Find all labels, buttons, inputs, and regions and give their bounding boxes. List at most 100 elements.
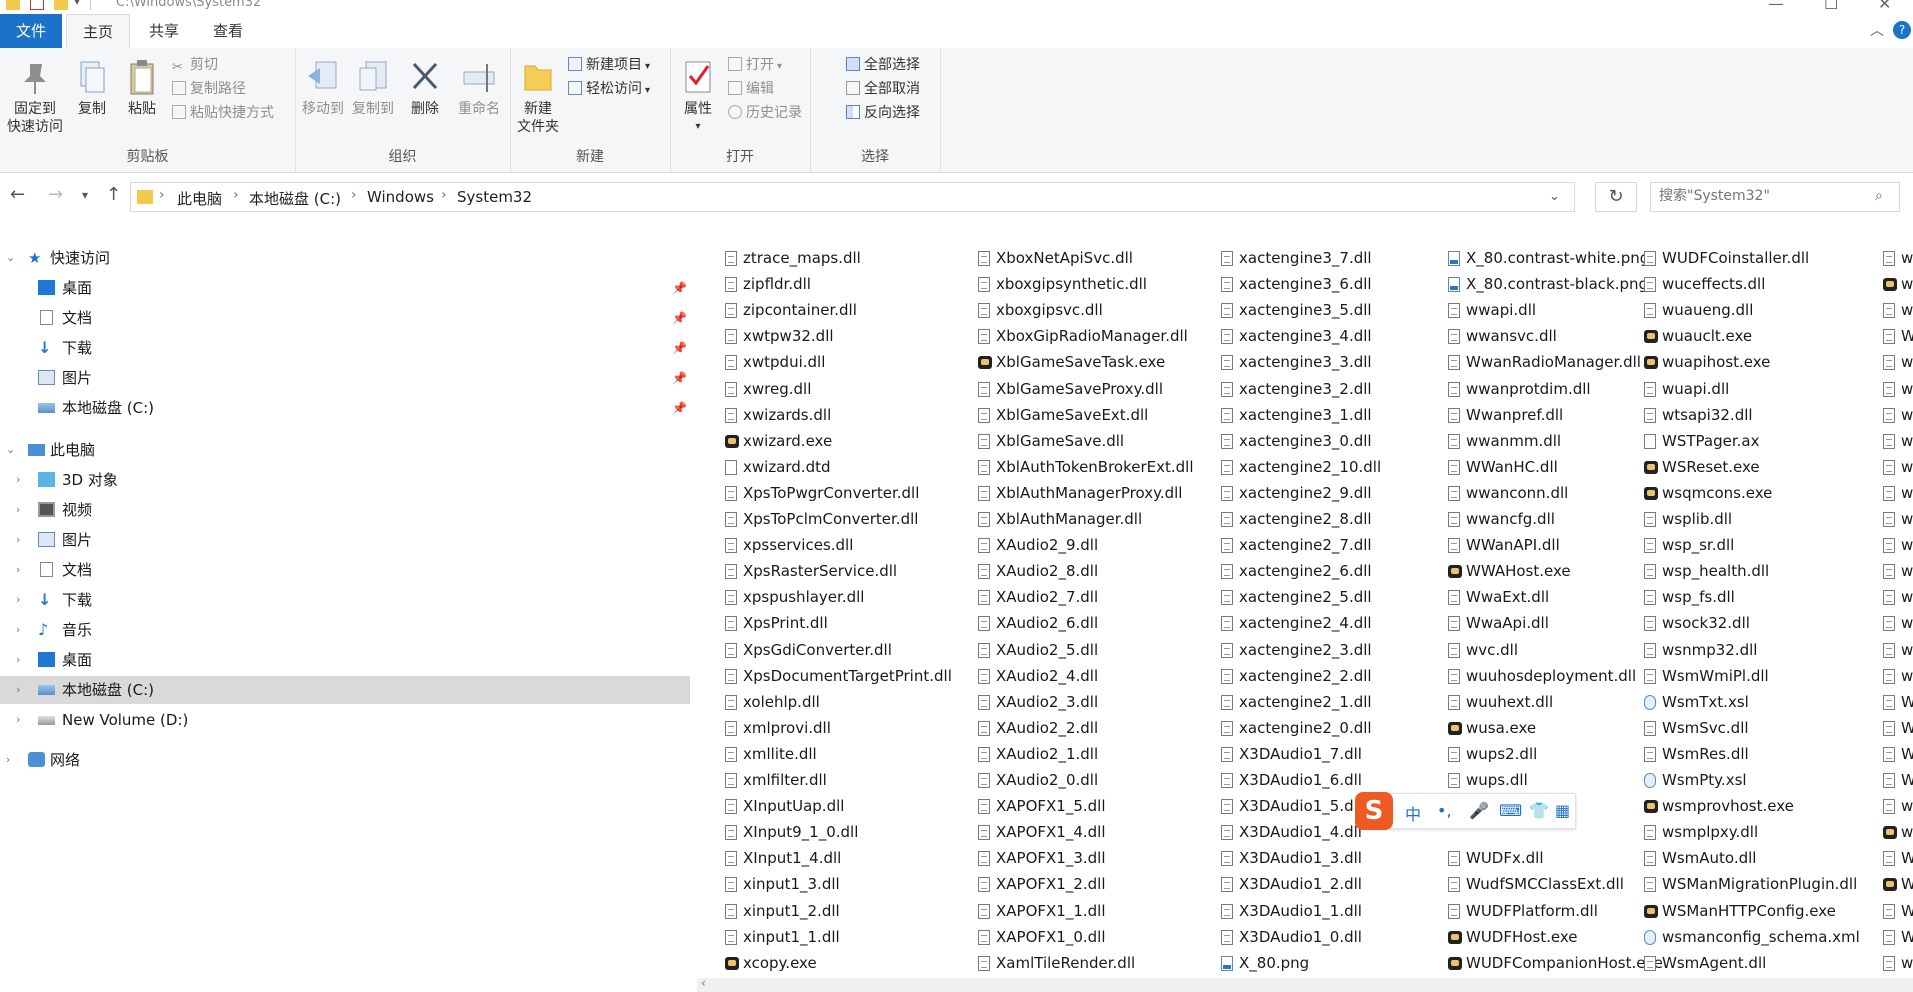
chevron-down-icon[interactable]: ⌄ — [6, 436, 15, 464]
nav-network[interactable]: › 网络 — [0, 746, 690, 774]
file-name: wuapi.dll — [1662, 379, 1730, 398]
breadcrumb-this-pc[interactable]: 此电脑 — [177, 188, 222, 209]
paste-shortcut-button[interactable]: 粘贴快捷方式 — [172, 102, 274, 124]
edit-button[interactable]: 编辑 — [728, 78, 774, 100]
tab-share[interactable]: 共享 — [134, 14, 194, 48]
pin-icon[interactable]: 📌 — [672, 274, 687, 302]
up-icon[interactable]: ↑ — [106, 184, 121, 205]
horizontal-scrollbar[interactable]: ‹ — [697, 976, 1913, 992]
chevron-right-icon[interactable]: › — [16, 646, 20, 674]
nav-pc-3d-objects[interactable]: › 3D 对象 — [0, 466, 690, 494]
collapse-ribbon-icon[interactable]: ︿ — [1870, 20, 1884, 40]
skin-icon[interactable]: 👕 — [1529, 801, 1549, 820]
copy-path-button[interactable]: 复制路径 — [172, 78, 246, 100]
microphone-icon[interactable]: 🎤 — [1469, 801, 1489, 820]
copy-icon — [75, 58, 109, 96]
search-input[interactable] — [1657, 187, 1871, 205]
nav-quick-local-disk[interactable]: 本地磁盘 (C:) 📌 — [0, 394, 690, 422]
pin-to-quick-access-button[interactable]: 固定到 快速访问 — [4, 58, 66, 136]
chinese-mode-icon[interactable]: 中 — [1405, 801, 1421, 825]
nav-quick-access[interactable]: ⌄ ★ 快速访问 — [0, 244, 690, 272]
address-history-icon[interactable]: ⌄ — [1549, 189, 1560, 204]
dll-file-icon — [1644, 616, 1656, 632]
nav-pc-local-disk[interactable]: › 本地磁盘 (C:) — [0, 676, 690, 704]
keyboard-icon[interactable]: ⌨ — [1499, 801, 1522, 820]
pin-icon[interactable]: 📌 — [672, 304, 687, 332]
tab-view[interactable]: 查看 — [198, 14, 258, 48]
scroll-left-icon[interactable]: ‹ — [701, 976, 706, 990]
properties-icon[interactable] — [30, 0, 44, 10]
chevron-right-icon[interactable]: › — [16, 556, 20, 584]
pin-icon[interactable]: 📌 — [672, 364, 687, 392]
delete-button[interactable]: 删除 — [403, 58, 447, 118]
customize-toolbar-icon[interactable]: ▾ — [74, 0, 80, 8]
select-all-button[interactable]: 全部选择 — [846, 54, 920, 76]
chevron-right-icon[interactable]: › — [6, 746, 10, 774]
new-folder-button[interactable]: 新建 文件夹 — [514, 58, 562, 136]
maximize-icon[interactable]: ☐ — [1824, 0, 1838, 13]
nav-this-pc[interactable]: ⌄ 此电脑 — [0, 436, 690, 464]
close-icon[interactable]: ✕ — [1878, 0, 1891, 13]
ime-toolbar[interactable]: S 中 •, 🎤 ⌨ 👕 ▦ — [1355, 792, 1576, 830]
chevron-right-icon[interactable]: › — [16, 466, 20, 494]
minimize-icon[interactable]: — — [1768, 0, 1784, 13]
copy-to-button[interactable]: 复制到 — [349, 58, 397, 118]
dll-file-icon — [1644, 955, 1656, 971]
forward-icon[interactable]: → — [48, 184, 63, 205]
back-icon[interactable]: ← — [10, 184, 25, 205]
breadcrumb-local-disk[interactable]: 本地磁盘 (C:) — [249, 188, 341, 209]
new-folder-icon[interactable] — [54, 0, 68, 10]
file-name: X3DAudio1_5.dll — [1239, 797, 1362, 816]
chevron-right-icon[interactable]: › — [16, 586, 20, 614]
sogou-logo-icon[interactable]: S — [1355, 792, 1393, 830]
search-box[interactable]: ⌕ — [1650, 182, 1900, 212]
search-icon[interactable]: ⌕ — [1875, 188, 1883, 204]
refresh-button[interactable]: ↻ — [1595, 182, 1637, 212]
tab-home[interactable]: 主页 — [66, 14, 130, 48]
recent-locations-icon[interactable]: ▾ — [82, 188, 88, 202]
chevron-right-icon[interactable]: › — [16, 616, 20, 644]
new-item-button[interactable]: 新建项目 ▾ — [568, 54, 650, 76]
tab-file[interactable]: 文件 — [0, 14, 62, 48]
breadcrumb-separator[interactable]: › — [441, 187, 447, 203]
move-to-button[interactable]: 移动到 — [299, 58, 347, 118]
nav-pc-new-volume[interactable]: › New Volume (D:) — [0, 706, 690, 734]
nav-quick-documents[interactable]: 文档 📌 — [0, 304, 690, 332]
nav-pc-downloads[interactable]: › ↓ 下载 — [0, 586, 690, 614]
paste-button[interactable]: 粘贴 — [120, 58, 164, 118]
nav-pc-videos[interactable]: › 视频 — [0, 496, 690, 524]
chevron-right-icon[interactable]: › — [16, 526, 20, 554]
help-icon[interactable]: ? — [1893, 21, 1911, 39]
chevron-right-icon[interactable]: › — [16, 676, 20, 704]
dll-file-icon — [725, 512, 737, 527]
nav-quick-desktop[interactable]: 桌面 📌 — [0, 274, 690, 302]
punctuation-icon[interactable]: •, — [1437, 801, 1452, 820]
chevron-right-icon[interactable]: › — [16, 496, 20, 524]
breadcrumb-separator[interactable]: › — [233, 187, 239, 203]
nav-pc-documents[interactable]: › 文档 — [0, 556, 690, 584]
nav-pc-pictures[interactable]: › 图片 — [0, 526, 690, 554]
copy-button[interactable]: 复制 — [70, 58, 114, 118]
select-none-button[interactable]: 全部取消 — [846, 78, 920, 100]
breadcrumb-system32[interactable]: System32 — [457, 188, 532, 206]
open-button[interactable]: 打开 ▾ — [728, 54, 782, 76]
breadcrumb-windows[interactable]: Windows — [367, 188, 434, 206]
toolbox-icon[interactable]: ▦ — [1555, 801, 1570, 820]
nav-pc-music[interactable]: › ♪ 音乐 — [0, 616, 690, 644]
properties-button[interactable]: 属性 ▾ — [676, 58, 720, 136]
chevron-right-icon[interactable]: › — [16, 706, 20, 734]
nav-quick-pictures[interactable]: 图片 📌 — [0, 364, 690, 392]
pin-icon[interactable]: 📌 — [672, 334, 687, 362]
breadcrumb-separator[interactable]: › — [159, 187, 165, 203]
cut-button[interactable]: ✂ 剪切 — [172, 54, 218, 76]
rename-button[interactable]: 重命名 — [453, 58, 505, 118]
pin-icon[interactable]: 📌 — [672, 394, 687, 422]
nav-pc-desktop[interactable]: › 桌面 — [0, 646, 690, 674]
invert-selection-button[interactable]: 反向选择 — [846, 102, 920, 124]
chevron-down-icon[interactable]: ⌄ — [6, 244, 15, 272]
history-button[interactable]: 历史记录 — [728, 102, 802, 124]
address-bar[interactable]: › 此电脑 › 本地磁盘 (C:) › Windows › System32 ⌄ — [130, 182, 1575, 212]
breadcrumb-separator[interactable]: › — [351, 187, 357, 203]
easy-access-button[interactable]: 轻松访问 ▾ — [568, 78, 650, 100]
nav-quick-downloads[interactable]: ↓ 下载 📌 — [0, 334, 690, 362]
